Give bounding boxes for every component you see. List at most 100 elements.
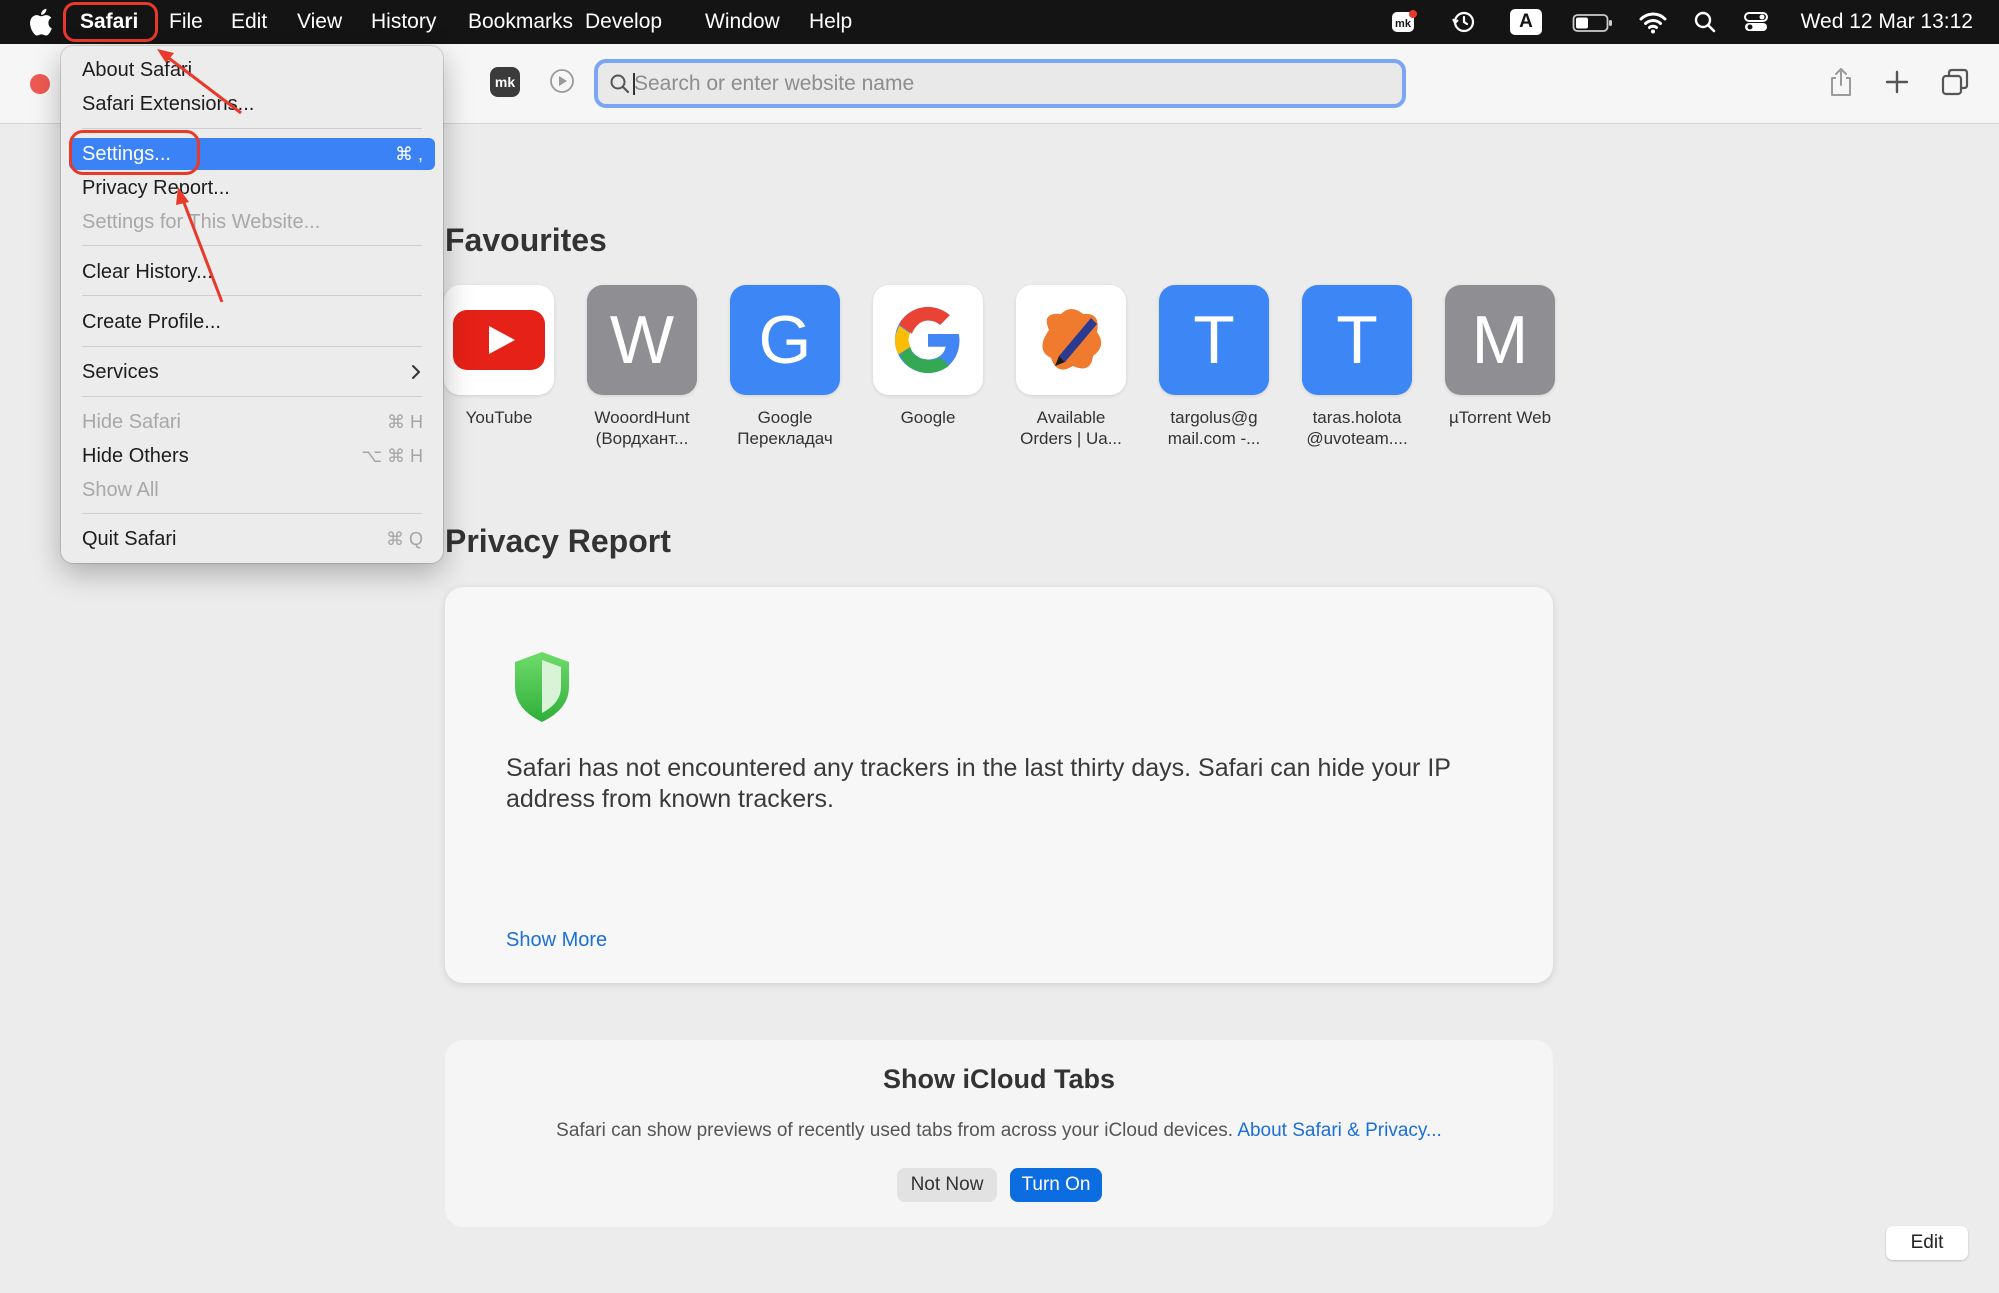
- menu-item-label: Privacy Report...: [82, 177, 230, 199]
- input-source-icon[interactable]: A: [1510, 9, 1542, 35]
- share-icon[interactable]: [1826, 66, 1856, 98]
- menu-item-label: Safari Extensions...: [82, 93, 255, 115]
- shield-icon: [515, 652, 569, 722]
- icloud-tabs-title: Show iCloud Tabs: [883, 1064, 1115, 1094]
- address-bar[interactable]: [594, 59, 1406, 108]
- favourite-taras-holota[interactable]: T taras.holota @uvoteam....: [1301, 285, 1413, 449]
- privacy-report-title: Privacy Report: [445, 523, 671, 559]
- menu-item-settings-for-website: Settings for This Website...: [69, 206, 435, 238]
- menu-item-label: Settings for This Website...: [82, 211, 321, 233]
- favourite-utorrent[interactable]: M µTorrent Web: [1444, 285, 1556, 428]
- letter-g-icon: G: [730, 285, 840, 395]
- show-more-link[interactable]: Show More: [506, 929, 607, 952]
- favourite-label: targolus@g mail.com -...: [1167, 408, 1261, 448]
- menu-item-services[interactable]: Services: [69, 356, 435, 388]
- wifi-icon[interactable]: [1638, 8, 1668, 36]
- menu-edit[interactable]: Edit: [231, 0, 267, 44]
- favourite-label: Google Перекладач: [737, 408, 833, 448]
- menu-file[interactable]: File: [169, 0, 203, 44]
- close-window-button[interactable]: [30, 74, 50, 94]
- favourite-label: µTorrent Web: [1448, 408, 1552, 427]
- favourite-label: Google: [900, 408, 956, 427]
- tab-overview-icon[interactable]: [1940, 66, 1970, 98]
- menu-safari[interactable]: Safari: [80, 0, 138, 44]
- edit-button[interactable]: Edit: [1886, 1226, 1968, 1260]
- favourite-targolus[interactable]: T targolus@g mail.com -...: [1158, 285, 1270, 449]
- favourite-google[interactable]: Google: [872, 285, 984, 428]
- time-machine-icon[interactable]: [1450, 8, 1478, 36]
- favourite-youtube[interactable]: YouTube: [443, 285, 555, 428]
- play-icon[interactable]: [548, 67, 576, 95]
- menu-item-privacy-report[interactable]: Privacy Report...: [69, 172, 435, 204]
- menu-view[interactable]: View: [297, 0, 342, 44]
- menu-item-about-safari[interactable]: About Safari: [69, 54, 435, 86]
- favourite-label: taras.holota @uvoteam....: [1306, 408, 1408, 448]
- mk-extension-icon[interactable]: mk: [490, 67, 520, 97]
- settings-highlight-outline: [69, 130, 200, 175]
- menu-separator: [82, 346, 422, 347]
- address-input[interactable]: [634, 69, 1374, 99]
- menu-item-create-profile[interactable]: Create Profile...: [69, 306, 435, 338]
- menu-item-clear-history[interactable]: Clear History...: [69, 256, 435, 288]
- menu-item-label: Clear History...: [82, 261, 213, 283]
- menu-item-shortcut: ⌘ ,: [394, 144, 423, 164]
- favourite-label: WooordHunt (Вордхант...: [594, 408, 690, 448]
- menu-item-shortcut: ⌘ H: [387, 412, 423, 432]
- menu-item-shortcut: ⌘ Q: [385, 529, 423, 549]
- not-now-button[interactable]: Not Now: [897, 1168, 997, 1202]
- menu-item-label: Hide Others: [82, 445, 189, 467]
- favourite-available-orders[interactable]: Available Orders | Ua...: [1015, 285, 1127, 449]
- menu-item-show-all: Show All: [69, 474, 435, 506]
- icloud-tabs-description: Safari can show previews of recently use…: [556, 1120, 1234, 1141]
- menu-item-label: Services: [82, 361, 159, 383]
- menu-item-label: Create Profile...: [82, 311, 221, 333]
- favourites-title: Favourites: [445, 222, 607, 258]
- menu-bookmarks[interactable]: Bookmarks: [468, 0, 573, 44]
- menu-history[interactable]: History: [371, 0, 436, 44]
- menubar-clock[interactable]: Wed 12 Mar 13:12: [1801, 0, 1973, 44]
- mk-status-icon[interactable]: mk: [1390, 8, 1418, 36]
- menu-item-hide-safari: Hide Safari ⌘ H: [69, 406, 435, 438]
- search-icon: [610, 74, 630, 94]
- menu-item-label: Quit Safari: [82, 528, 177, 550]
- menu-separator: [82, 396, 422, 397]
- menu-item-quit-safari[interactable]: Quit Safari ⌘ Q: [69, 523, 435, 555]
- spotlight-search-icon[interactable]: [1692, 8, 1718, 36]
- google-icon: [873, 285, 983, 395]
- chevron-right-icon: [412, 365, 420, 379]
- pen-splash-icon: [1016, 285, 1126, 395]
- svg-text:mk: mk: [1395, 18, 1412, 30]
- letter-w-icon: W: [587, 285, 697, 395]
- favourite-label: YouTube: [465, 408, 533, 427]
- icloud-tabs-text: Safari can show previews of recently use…: [445, 1120, 1553, 1142]
- apple-icon[interactable]: [27, 8, 53, 36]
- menu-separator: [82, 295, 422, 296]
- menu-develop[interactable]: Develop: [585, 0, 662, 44]
- menu-item-safari-extensions[interactable]: Safari Extensions...: [69, 88, 435, 120]
- new-tab-plus-icon[interactable]: [1882, 66, 1912, 98]
- privacy-description: Safari has not encountered any trackers …: [506, 754, 1451, 813]
- menu-bar: Safari File Edit View History Bookmarks …: [0, 0, 1999, 44]
- menu-separator: [82, 128, 422, 129]
- menu-item-hide-others[interactable]: Hide Others ⌥ ⌘ H: [69, 440, 435, 472]
- battery-icon[interactable]: [1572, 8, 1614, 36]
- favourite-label: Available Orders | Ua...: [1020, 408, 1122, 448]
- privacy-report-card: Safari has not encountered any trackers …: [445, 587, 1553, 983]
- safari-app-menu: About Safari Safari Extensions... Settin…: [61, 46, 443, 563]
- turn-on-button[interactable]: Turn On: [1010, 1168, 1102, 1202]
- favourite-google-translate[interactable]: G Google Перекладач: [729, 285, 841, 449]
- letter-m-icon: M: [1445, 285, 1555, 395]
- menu-window[interactable]: Window: [705, 0, 780, 44]
- icloud-tabs-card: Show iCloud Tabs Safari can show preview…: [445, 1040, 1553, 1227]
- menu-item-label: About Safari: [82, 59, 193, 81]
- menu-item-shortcut: ⌥ ⌘ H: [361, 446, 423, 466]
- menu-help[interactable]: Help: [809, 0, 852, 44]
- letter-t-icon: T: [1159, 285, 1269, 395]
- letter-t-icon: T: [1302, 285, 1412, 395]
- menu-item-label: Show All: [82, 479, 159, 501]
- youtube-icon: [444, 285, 554, 395]
- about-safari-privacy-link[interactable]: About Safari & Privacy...: [1237, 1120, 1442, 1141]
- menu-separator: [82, 245, 422, 246]
- control-center-icon[interactable]: [1742, 8, 1770, 36]
- favourite-wooordhunt[interactable]: W WooordHunt (Вордхант...: [586, 285, 698, 449]
